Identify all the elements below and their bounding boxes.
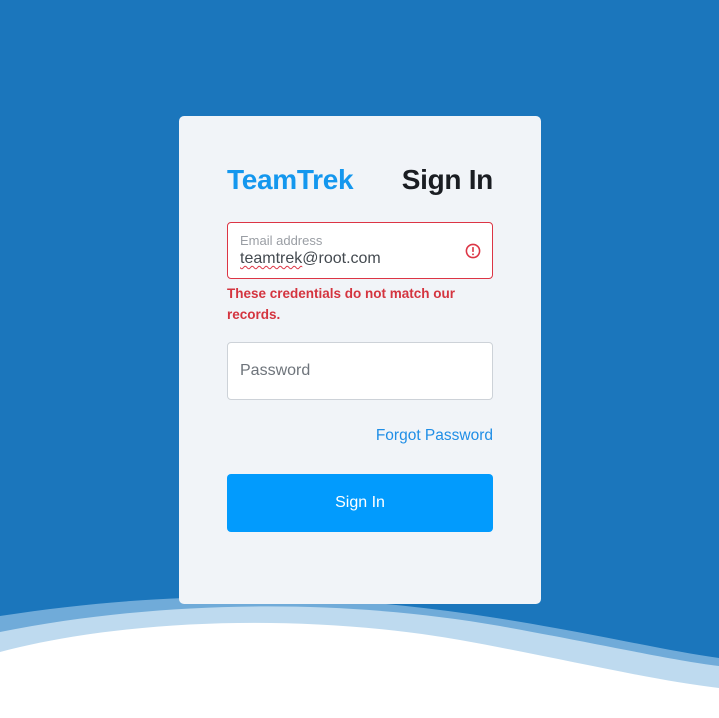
sign-in-button[interactable]: Sign In bbox=[227, 474, 493, 532]
brand-logo: TeamTrek bbox=[227, 164, 354, 195]
alert-circle-icon bbox=[465, 243, 481, 259]
card-header: TeamTrek Sign In bbox=[227, 160, 493, 200]
sign-in-card: TeamTrek Sign In Email address teamtrek@… bbox=[179, 116, 541, 604]
page-title: Sign In bbox=[401, 164, 494, 195]
email-label: Email address bbox=[240, 233, 323, 248]
forgot-password-link[interactable]: Forgot Password bbox=[376, 427, 493, 445]
password-placeholder: Password bbox=[240, 362, 311, 379]
email-value-domain: @root.com bbox=[302, 250, 381, 267]
email-error-message: These credentials do not match our recor… bbox=[227, 286, 456, 322]
email-field[interactable]: Email address teamtrek@root.com bbox=[227, 222, 493, 279]
email-input[interactable]: teamtrek@root.com bbox=[240, 250, 381, 268]
email-value-user: teamtrek bbox=[240, 250, 303, 267]
password-field[interactable]: Password bbox=[227, 342, 493, 400]
